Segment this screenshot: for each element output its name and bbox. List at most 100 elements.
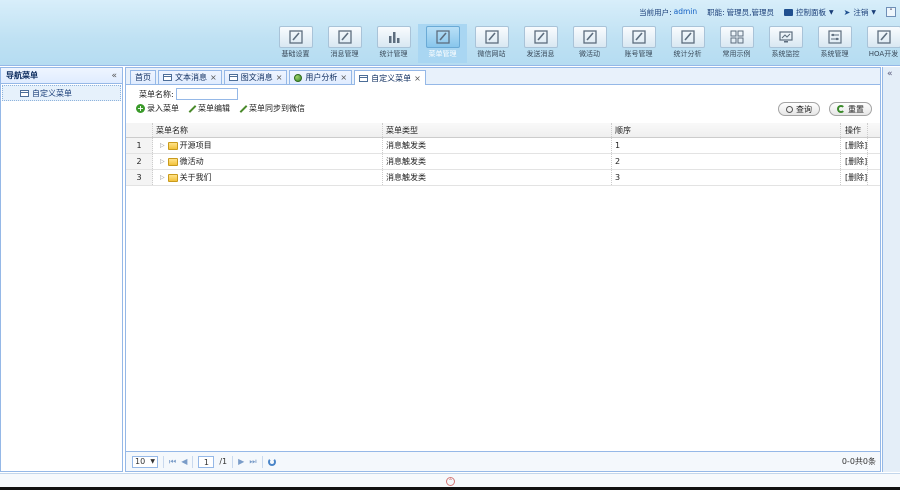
module-button[interactable]: 统计分析: [663, 24, 712, 63]
menu-name-cell: 开源项目: [179, 141, 212, 150]
add-icon: +: [136, 104, 145, 113]
module-button[interactable]: 基础设置: [271, 24, 320, 63]
module-label: 系统监控: [771, 50, 800, 58]
edit-icon: [523, 26, 558, 48]
edit-menu-button[interactable]: 菜单编辑: [187, 103, 230, 114]
tab-news-message[interactable]: 图文消息 ×: [223, 70, 288, 84]
delete-link[interactable]: [删除]: [841, 170, 868, 185]
edit-icon: [621, 26, 656, 48]
close-icon[interactable]: ×: [340, 73, 347, 82]
page-total: /1: [219, 457, 228, 466]
page-number-input[interactable]: 1: [198, 455, 215, 468]
grid-icon: [719, 26, 754, 48]
collapse-left-icon[interactable]: «: [111, 71, 117, 81]
menu-order-cell: 1: [612, 138, 841, 153]
last-page-icon[interactable]: ⏭: [249, 457, 256, 467]
pencil-icon: [187, 104, 196, 113]
next-page-icon[interactable]: ▶: [238, 457, 244, 466]
refresh-icon[interactable]: [267, 457, 276, 466]
edit-icon: [327, 26, 362, 48]
module-label: 基础设置: [281, 50, 310, 58]
edit-menu-label: 菜单编辑: [198, 104, 230, 113]
menu-name-input[interactable]: [175, 88, 238, 100]
search-toolbar: 菜单名称: + 录入菜单 菜单编辑 菜单同步到微信: [126, 85, 880, 122]
column-header-type[interactable]: 菜单类型: [383, 123, 612, 137]
previous-page-icon[interactable]: ◀: [181, 457, 187, 466]
folder-icon: [167, 157, 178, 166]
chevron-down-icon: ▼: [829, 8, 834, 16]
expand-right-icon[interactable]: «: [887, 69, 893, 79]
module-button[interactable]: 统计管理: [369, 24, 418, 63]
expand-arrow-icon[interactable]: ▷: [160, 142, 165, 149]
monitor-icon: [768, 26, 803, 48]
module-label: 菜单管理: [428, 50, 457, 58]
reset-label: 重置: [848, 104, 864, 114]
sync-menu-button[interactable]: 菜单同步到微信: [238, 103, 305, 114]
nav-item-label: 自定义菜单: [32, 88, 72, 98]
dashboard-menu-button[interactable]: 控制面板 ▼: [784, 7, 834, 18]
module-button[interactable]: 常用示例: [712, 24, 761, 63]
query-label: 查询: [796, 104, 812, 114]
table-row[interactable]: 3 ▷ 关于我们 消息触发类 3 [删除]: [126, 170, 880, 186]
module-button[interactable]: HOA开发: [859, 24, 900, 63]
tab-text-message[interactable]: 文本消息 ×: [158, 70, 222, 84]
tab-user-analysis[interactable]: 用户分析 ×: [289, 70, 353, 84]
table-row[interactable]: 2 ▷ 微活动 消息触发类 2 [删除]: [126, 154, 880, 170]
column-header-operation[interactable]: 操作: [841, 123, 868, 137]
module-button[interactable]: 系统监控: [761, 24, 810, 63]
tab-label: 自定义菜单: [371, 73, 412, 83]
expand-arrow-icon[interactable]: ▷: [160, 158, 165, 165]
edit-icon: [670, 26, 705, 48]
delete-link[interactable]: [删除]: [841, 138, 868, 153]
table-row[interactable]: 1 ▷ 开源项目 消息触发类 1 [删除]: [126, 138, 880, 154]
close-icon[interactable]: ×: [276, 73, 283, 82]
module-button[interactable]: 发送消息: [516, 24, 565, 63]
row-number: 3: [126, 170, 153, 185]
dashboard-label: 控制面板: [796, 7, 827, 17]
logout-button[interactable]: ➤ 注销 ▼: [844, 7, 876, 18]
module-label: 消息管理: [330, 50, 359, 58]
module-label: 账号管理: [624, 50, 653, 58]
bar-chart-icon: [376, 26, 411, 48]
module-label: 微活动: [579, 50, 600, 58]
window-icon: [359, 74, 369, 82]
module-button[interactable]: 消息管理: [320, 24, 369, 63]
delete-link[interactable]: [删除]: [841, 154, 868, 169]
query-button[interactable]: 查询: [778, 102, 820, 116]
nav-item-custom-menu[interactable]: 自定义菜单: [2, 85, 121, 101]
module-button[interactable]: 账号管理: [614, 24, 663, 63]
close-icon[interactable]: ×: [210, 73, 217, 82]
page-size-select[interactable]: 10 ▼: [132, 455, 158, 468]
add-menu-label: 录入菜单: [147, 104, 179, 113]
close-icon[interactable]: ×: [414, 74, 421, 83]
column-header-order[interactable]: 顺序: [612, 123, 841, 137]
sync-menu-label: 菜单同步到微信: [249, 104, 305, 113]
pagination-bar: 10 ▼ ⏮ ◀ 1 /1 ▶ ⏭ 0-0共0条: [126, 451, 880, 471]
reset-button[interactable]: 重置: [829, 102, 872, 116]
search-icon: [786, 105, 793, 113]
module-button[interactable]: 菜单管理: [418, 24, 467, 63]
reset-icon: [837, 105, 845, 113]
tab-home[interactable]: 首页: [130, 70, 156, 84]
tab-custom-menu[interactable]: 自定义菜单 ×: [354, 70, 426, 85]
main-panel: 首页 文本消息 × 图文消息 × 用户分析 × 自定义菜单 × 菜单名称: + …: [125, 67, 881, 472]
edit-icon: [572, 26, 607, 48]
row-number: 1: [126, 138, 153, 153]
menu-type-cell: 消息触发类: [383, 170, 612, 185]
first-page-icon[interactable]: ⏮: [169, 457, 176, 467]
module-button[interactable]: 系统管理: [810, 24, 859, 63]
role-label: 职能:: [707, 7, 725, 17]
module-label: 微信网站: [477, 50, 506, 58]
column-header-name[interactable]: 菜单名称: [153, 123, 383, 137]
tab-label: 图文消息: [240, 73, 273, 82]
expand-arrow-icon[interactable]: ▷: [160, 174, 165, 181]
module-button[interactable]: 微信网站: [467, 24, 516, 63]
tab-label: 首页: [135, 73, 151, 82]
collapse-header-button[interactable]: ˄: [886, 7, 896, 17]
send-icon: ➤: [843, 7, 851, 17]
module-button[interactable]: 微活动: [565, 24, 614, 63]
add-menu-button[interactable]: + 录入菜单: [136, 103, 179, 114]
collapse-footer-icon[interactable]: ⌃: [446, 477, 455, 486]
settings-panel-icon: [817, 26, 852, 48]
module-label: 统计分析: [673, 50, 702, 58]
